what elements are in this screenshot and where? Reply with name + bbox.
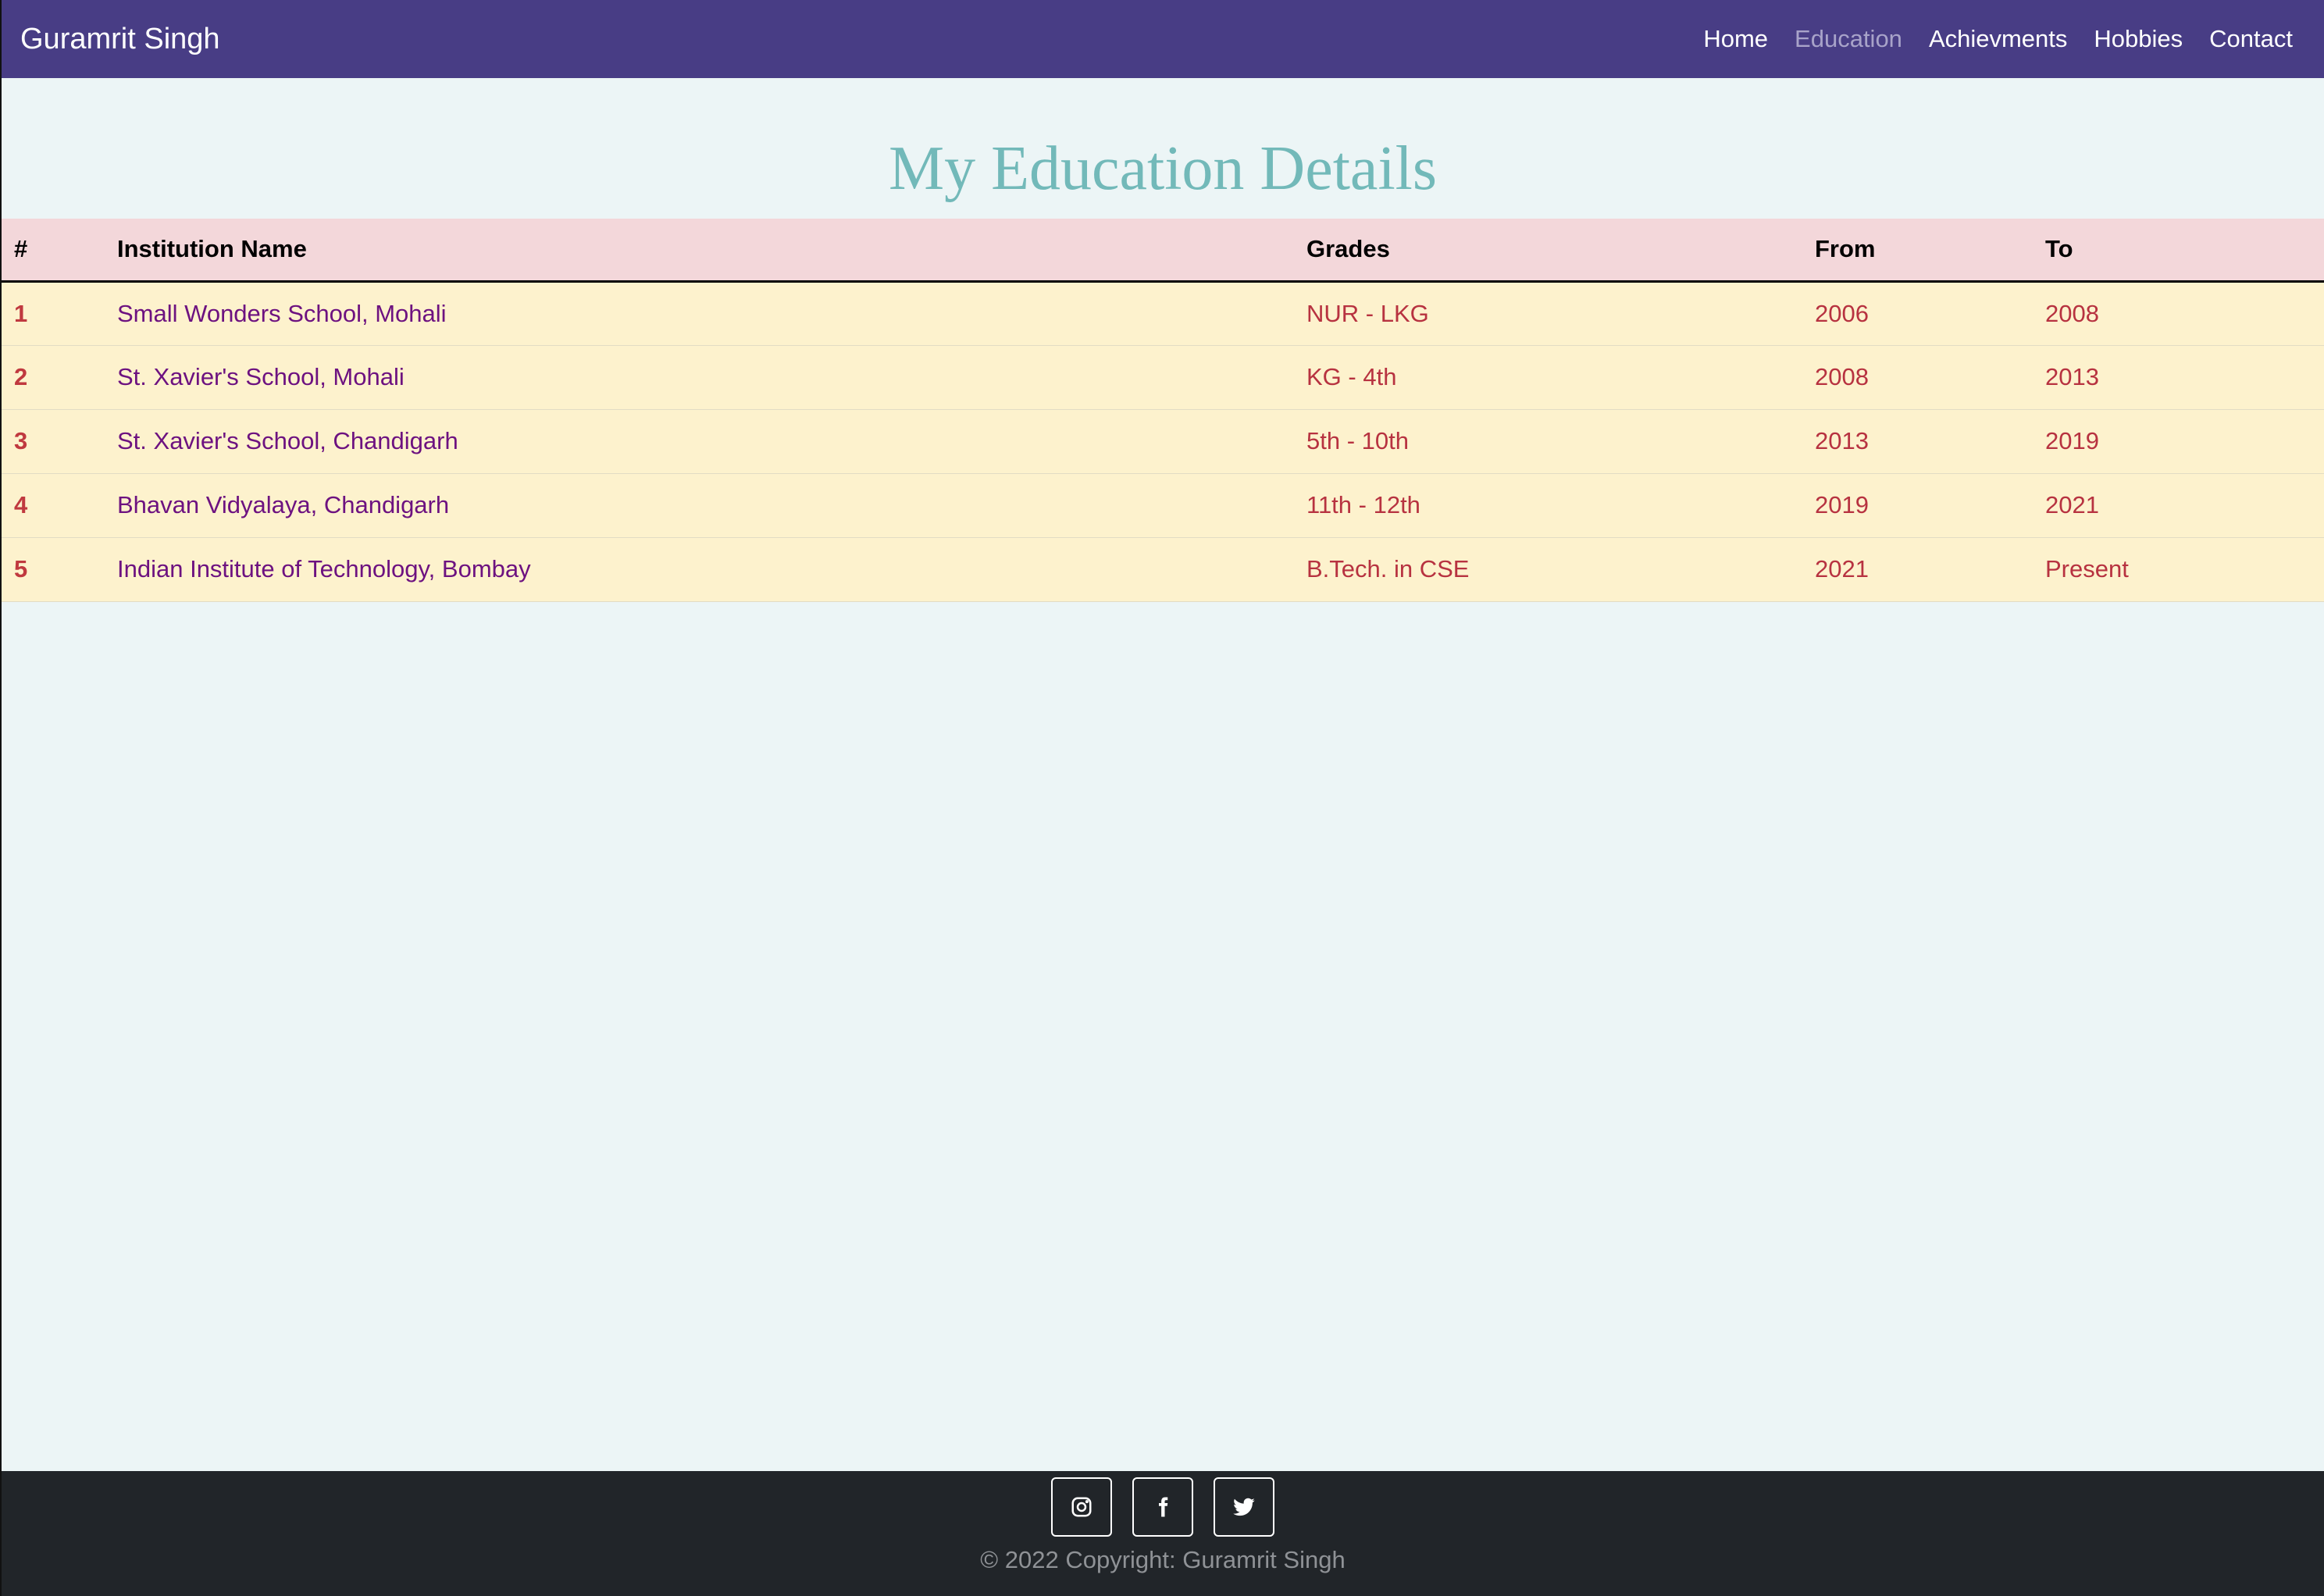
column-header-number: # [2,219,105,283]
twitter-icon [1233,1498,1255,1516]
from-year: 2021 [1802,537,2033,602]
nav-link-achievments[interactable]: Achievments [1929,25,2067,53]
institution-name: Indian Institute of Technology, Bombay [105,537,1294,602]
nav-link-contact[interactable]: Contact [2209,25,2293,53]
facebook-button[interactable] [1132,1477,1193,1537]
grades-cell: NUR - LKG [1294,281,1802,346]
row-number: 4 [2,473,105,538]
grades-cell: KG - 4th [1294,345,1802,410]
grades-cell: 11th - 12th [1294,473,1802,538]
table-body: 1 Small Wonders School, Mohali NUR - LKG… [2,281,2324,602]
column-header-institution: Institution Name [105,219,1294,283]
institution-name: Small Wonders School, Mohali [105,281,1294,346]
nav-link-hobbies[interactable]: Hobbies [2094,25,2183,53]
institution-name: Bhavan Vidyalaya, Chandigarh [105,473,1294,538]
table-header: # Institution Name Grades From To [2,219,2324,283]
to-year: 2008 [2033,281,2324,346]
column-header-grades: Grades [1294,219,1802,283]
table-row: 5 Indian Institute of Technology, Bombay… [2,537,2324,602]
column-header-from: From [1802,219,2033,283]
nav-link-education[interactable]: Education [1795,25,1902,53]
from-year: 2019 [1802,473,2033,538]
education-table: # Institution Name Grades From To 1 Smal… [2,219,2324,602]
table-row: 3 St. Xavier's School, Chandigarh 5th - … [2,409,2324,474]
row-number: 2 [2,345,105,410]
row-number: 5 [2,537,105,602]
column-header-to: To [2033,219,2324,283]
from-year: 2013 [1802,409,2033,474]
brand-link[interactable]: Guramrit Singh [20,23,220,56]
from-year: 2006 [1802,281,2033,346]
twitter-button[interactable] [1214,1477,1274,1537]
grades-cell: B.Tech. in CSE [1294,537,1802,602]
nav-links: Home Education Achievments Hobbies Conta… [1703,25,2293,53]
instagram-icon [1071,1497,1092,1517]
to-year: 2013 [2033,345,2324,410]
grades-cell: 5th - 10th [1294,409,1802,474]
nav-link-home[interactable]: Home [1703,25,1768,53]
navbar: Guramrit Singh Home Education Achievment… [2,0,2324,78]
copyright-text: © 2022 Copyright: Guramrit Singh [980,1546,1346,1573]
table-row: 1 Small Wonders School, Mohali NUR - LKG… [2,281,2324,346]
to-year: 2021 [2033,473,2324,538]
row-number: 1 [2,281,105,346]
table-row: 2 St. Xavier's School, Mohali KG - 4th 2… [2,345,2324,410]
to-year: Present [2033,537,2324,602]
table-row: 4 Bhavan Vidyalaya, Chandigarh 11th - 12… [2,473,2324,538]
social-links [2,1477,2324,1537]
row-number: 3 [2,409,105,474]
to-year: 2019 [2033,409,2324,474]
footer: © 2022 Copyright: Guramrit Singh [2,1471,2324,1596]
instagram-button[interactable] [1051,1477,1112,1537]
institution-name: St. Xavier's School, Mohali [105,345,1294,410]
from-year: 2008 [1802,345,2033,410]
table-header-row: # Institution Name Grades From To [2,219,2324,283]
facebook-icon [1159,1497,1168,1517]
institution-name: St. Xavier's School, Chandigarh [105,409,1294,474]
page-title: My Education Details [888,134,1438,203]
